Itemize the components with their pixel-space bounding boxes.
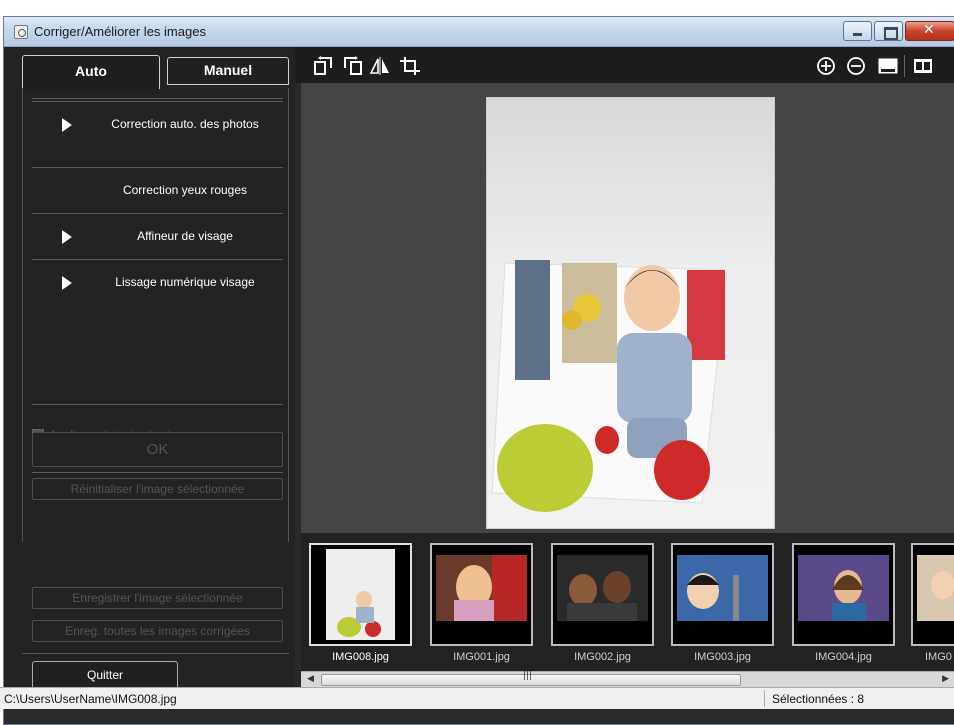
app-window: Corriger/Améliorer les images ✕ Auto Man… xyxy=(3,16,954,725)
scroll-right-icon[interactable]: ▶ xyxy=(942,674,949,684)
divider xyxy=(32,472,283,473)
menu-face-smoothing[interactable]: Lissage numérique visage xyxy=(32,259,283,305)
expand-arrow-icon xyxy=(62,230,72,244)
crop-icon[interactable] xyxy=(399,56,421,76)
zoom-in-icon[interactable] xyxy=(815,56,837,76)
rotate-left-icon[interactable] xyxy=(313,56,335,76)
thumbnail-IMG004[interactable] xyxy=(792,543,895,646)
thumbnail-IMG003[interactable] xyxy=(671,543,774,646)
maximize-button[interactable] xyxy=(874,21,903,41)
expand-arrow-icon xyxy=(62,276,72,290)
expand-arrow-icon xyxy=(62,118,72,132)
save-all-button[interactable]: Enreg. toutes les images corrigées xyxy=(32,620,283,642)
file-path: C:\Users\UserName\IMG008.jpg xyxy=(4,692,177,706)
title-bar: Corriger/Améliorer les images ✕ xyxy=(4,17,954,47)
thumbnail-label: IMG002.jpg xyxy=(574,651,631,663)
ok-button[interactable]: OK xyxy=(32,432,283,467)
tab-manuel[interactable]: Manuel xyxy=(167,57,289,85)
toolbar-divider xyxy=(904,55,905,77)
save-selected-button[interactable]: Enregistrer l'image sélectionnée xyxy=(32,587,283,609)
status-divider xyxy=(764,690,765,707)
thumbnail-label: IMG004.jpg xyxy=(815,651,872,663)
preview-image[interactable] xyxy=(486,97,775,529)
flip-horizontal-icon[interactable] xyxy=(369,56,391,76)
scrollbar-grip-icon: ||| xyxy=(523,671,533,681)
thumbnail-strip: IMG008.jpg IMG001.jpg IMG002.jpg IMG003.… xyxy=(301,533,954,671)
divider xyxy=(22,653,289,654)
rotate-right-icon[interactable] xyxy=(341,56,363,76)
close-button[interactable]: ✕ xyxy=(905,21,954,41)
compare-view-icon[interactable] xyxy=(912,56,934,76)
single-view-icon[interactable] xyxy=(877,56,899,76)
minimize-button[interactable] xyxy=(843,21,872,41)
divider xyxy=(32,98,283,99)
quit-button[interactable]: Quitter xyxy=(32,661,178,689)
close-icon: ✕ xyxy=(923,22,935,38)
photo-child-with-apples xyxy=(487,98,774,528)
app-icon xyxy=(14,25,28,39)
reset-image-button[interactable]: Réinitialiser l'image sélectionnée xyxy=(32,478,283,500)
tab-auto[interactable]: Auto xyxy=(22,55,160,89)
menu-face-sharpener[interactable]: Affineur de visage xyxy=(32,213,283,259)
tab-content xyxy=(22,88,289,542)
menu-auto-photo-fix[interactable]: Correction auto. des photos xyxy=(32,101,283,147)
thumbnail-IMG0[interactable] xyxy=(911,543,954,646)
thumbnail-IMG002[interactable] xyxy=(551,543,654,646)
thumbnail-IMG001[interactable] xyxy=(430,543,533,646)
thumbnail-label: IMG003.jpg xyxy=(694,651,751,663)
image-toolbar xyxy=(295,47,954,83)
menu-red-eye[interactable]: Correction yeux rouges xyxy=(32,167,283,213)
zoom-out-icon[interactable] xyxy=(845,56,867,76)
image-preview-area xyxy=(301,83,954,533)
window-title: Corriger/Améliorer les images xyxy=(34,24,206,39)
selected-count: Sélectionnées : 8 xyxy=(772,692,865,706)
thumbnail-label: IMG0 xyxy=(925,651,952,663)
thumbnail-IMG008[interactable] xyxy=(309,543,412,646)
horizontal-scrollbar[interactable]: ◀ ||| ▶ xyxy=(301,671,954,688)
thumbnail-label: IMG008.jpg xyxy=(332,651,389,663)
thumbnail-label: IMG001.jpg xyxy=(453,651,510,663)
correction-panel: Auto Manuel Correction auto. des photos … xyxy=(4,47,295,709)
scroll-left-icon[interactable]: ◀ xyxy=(307,674,314,684)
status-bar: C:\Users\UserName\IMG008.jpg Sélectionné… xyxy=(0,687,954,709)
divider xyxy=(32,404,283,405)
